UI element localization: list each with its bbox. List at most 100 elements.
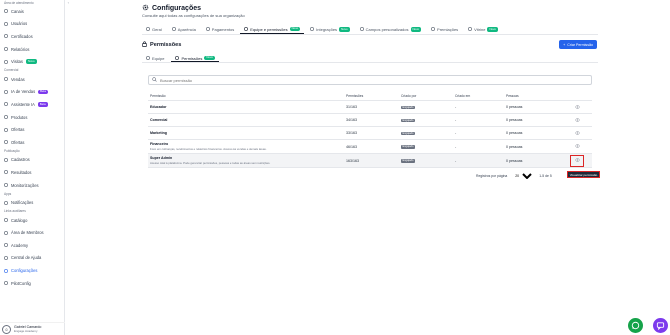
tab-label: Premiações xyxy=(437,27,459,32)
people-count: 0 pessoas xyxy=(506,131,523,135)
register-icon xyxy=(3,157,8,162)
sidebar-item[interactable]: Assistente IA Beta xyxy=(0,98,64,111)
palette-icon xyxy=(172,27,176,32)
sidebar-group-text: Apps xyxy=(4,191,12,196)
column-header: Criado por xyxy=(401,94,417,98)
tab-badge: Novo xyxy=(410,26,422,32)
table-row[interactable]: Financeiro Foco em cobranças, recebimento… xyxy=(148,140,592,154)
sidebar-item-label: Relatórios xyxy=(11,46,30,52)
section-title: Permissões xyxy=(142,41,181,49)
table-row[interactable]: Super Admin Acesso total à plataforma. Po… xyxy=(148,154,592,168)
plus-icon: + xyxy=(563,42,566,47)
sidebar-item[interactable]: Configurações xyxy=(0,264,64,277)
tab[interactable]: Aparência xyxy=(168,25,200,34)
create-permission-button[interactable]: + Criar Permissão xyxy=(559,40,597,49)
sidebar-item[interactable]: Resultados xyxy=(0,166,64,179)
sidebar-item[interactable]: Relatórios xyxy=(0,43,64,56)
sidebar-item[interactable]: Catálogo xyxy=(0,214,64,227)
app-root: ‹ Área de atendimento Canais Usuários Certi… xyxy=(0,0,670,335)
sidebar-item[interactable]: Área de Membros xyxy=(0,227,64,240)
tab[interactable]: Premiações xyxy=(427,25,462,34)
sidebar-item[interactable]: Usuários xyxy=(0,18,64,31)
gear-icon xyxy=(142,4,149,13)
permission-count: 46/163 xyxy=(346,144,357,149)
tab[interactable]: Campos personalizados Novo xyxy=(356,25,425,34)
tab[interactable]: Integrações Novo xyxy=(306,25,353,34)
tab[interactable]: Vitrine Novo xyxy=(464,25,502,34)
subtab-badge: Novo xyxy=(204,55,215,61)
certificate-icon xyxy=(3,34,8,39)
tag-icon xyxy=(3,140,8,145)
search-box[interactable] xyxy=(148,75,592,85)
sidebar-item-label: Área de Membros xyxy=(11,230,44,236)
subtab-label: Permissões xyxy=(181,55,203,61)
sidebar-item-label: Visitas xyxy=(11,59,23,65)
academy-icon xyxy=(3,243,8,248)
sidebar-item[interactable]: Academy xyxy=(0,239,64,252)
view-permission-button[interactable] xyxy=(573,143,581,150)
permission-subtabs: Equipe Permissões Novo xyxy=(142,55,598,63)
view-permission-button[interactable] xyxy=(573,130,581,137)
sidebar-item-label: Produtos xyxy=(11,114,28,120)
table-row[interactable]: Marketing 33/163 Engajado - 0 pessoas xyxy=(148,127,592,140)
role-name: Educador xyxy=(150,105,167,109)
sidebar-group-text: Área de atendimento xyxy=(4,0,34,5)
tab[interactable]: Pagamentos xyxy=(202,25,238,34)
permission-count: 163/163 xyxy=(346,158,359,163)
showcase-icon xyxy=(468,27,472,32)
sidebar-item-label: Canais xyxy=(11,8,24,14)
eye-icon xyxy=(574,130,580,136)
eye-icon xyxy=(574,117,580,123)
column-header: Criado em xyxy=(455,94,471,98)
sidebar-item[interactable]: Certificados xyxy=(0,30,64,43)
tab[interactable]: Geral xyxy=(142,25,166,34)
sidebar-item[interactable]: Monitorizações xyxy=(0,179,64,192)
sidebar-item-label: Academy xyxy=(11,242,29,248)
subtab[interactable]: Permissões Novo xyxy=(171,55,219,62)
sidebar-group-text: Links auxiliares xyxy=(4,209,26,214)
table-row[interactable]: Educador 31/163 Engajado - 0 pessoas xyxy=(148,101,592,114)
subtab[interactable]: Equipe xyxy=(142,55,168,62)
sidebar-item[interactable]: PilotConfig xyxy=(0,277,64,290)
view-permission-button[interactable] xyxy=(573,104,581,111)
view-permission-tooltip: Visualizar permissão xyxy=(567,171,600,178)
sidebar-item[interactable]: Central de Ajuda xyxy=(0,252,64,265)
settings-tabs: Geral Aparência Pagamentos Equipe e permiss… xyxy=(142,25,598,35)
table-row[interactable]: Comercial 34/163 Engajado - 0 pessoas xyxy=(148,114,592,127)
role-cell: Financeiro Foco em cobranças, recebimento… xyxy=(148,142,346,151)
whatsapp-button[interactable] xyxy=(628,318,643,333)
tab-badge: Novo xyxy=(339,26,350,32)
role-description: Foco em cobranças, recebimentos e relató… xyxy=(150,146,267,151)
gear-icon xyxy=(3,268,8,273)
avatar: ☺ xyxy=(2,324,11,334)
tab[interactable]: Equipe e permissões Novo xyxy=(240,25,305,34)
sidebar-item-label: PilotConfig xyxy=(11,280,31,286)
created-at: - xyxy=(455,105,457,109)
chat-support-button[interactable] xyxy=(653,318,668,333)
page-title-text: Configurações xyxy=(152,5,202,12)
report-icon xyxy=(3,47,8,52)
sidebar-item[interactable]: IA de Vendas Beta xyxy=(0,86,64,99)
user-profile[interactable]: ☺ Gabriel Camardo Engage Academy xyxy=(0,322,65,335)
sidebar-group-text: Comercial xyxy=(4,68,19,73)
sidebar-item[interactable]: Produtos xyxy=(0,111,64,124)
sidebar-item[interactable]: Notificações xyxy=(0,196,64,209)
sidebar-item[interactable]: Ofertas xyxy=(0,136,64,149)
sales-icon xyxy=(3,77,8,82)
view-permission-button[interactable] xyxy=(570,154,584,167)
sidebar-item[interactable]: Visitas Novo xyxy=(0,55,64,68)
gear-icon xyxy=(146,27,150,32)
view-permission-button[interactable] xyxy=(573,117,581,124)
sidebar-item-label: Usuários xyxy=(11,21,28,27)
collapse-sidebar-icon[interactable]: ‹ xyxy=(68,0,69,5)
per-page-select[interactable]: 20 xyxy=(511,173,536,179)
created-at: - xyxy=(455,144,457,149)
team-icon xyxy=(244,26,248,32)
role-name: Super Admin xyxy=(150,156,173,161)
search-input[interactable] xyxy=(160,77,588,83)
sidebar-item[interactable]: Vendas xyxy=(0,73,64,86)
sidebar-item[interactable]: Ofertas xyxy=(0,123,64,136)
sidebar-item[interactable]: Canais xyxy=(0,5,64,18)
sidebar-item[interactable]: Cadastros xyxy=(0,154,64,167)
created-at: - xyxy=(455,158,457,163)
